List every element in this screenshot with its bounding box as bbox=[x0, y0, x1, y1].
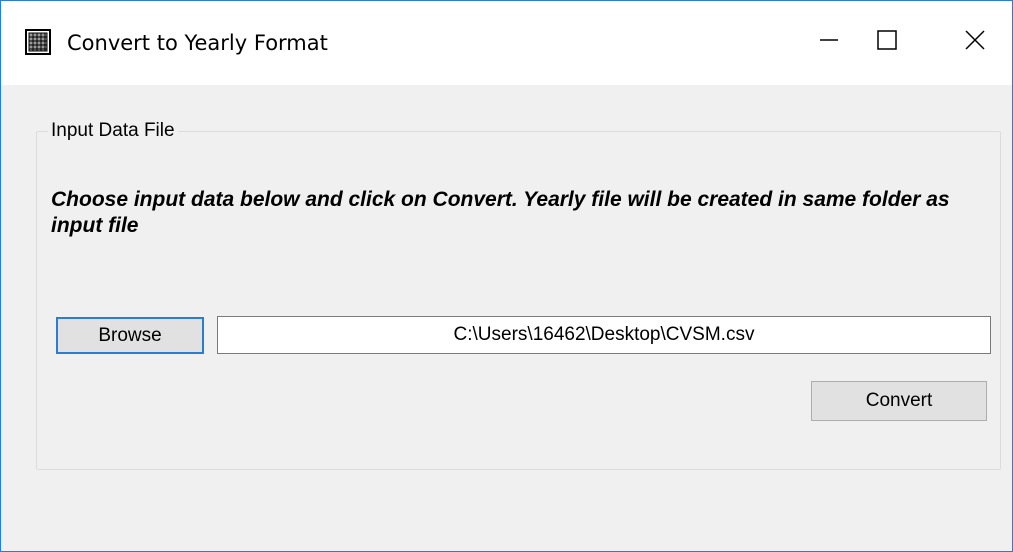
browse-button[interactable]: Browse bbox=[56, 317, 204, 354]
window-title: Convert to Yearly Format bbox=[67, 31, 328, 55]
maximize-icon bbox=[877, 29, 897, 55]
minimize-icon bbox=[819, 30, 839, 55]
group-label: Input Data File bbox=[48, 120, 178, 142]
convert-button[interactable]: Convert bbox=[811, 381, 987, 421]
minimize-button[interactable] bbox=[799, 17, 859, 67]
title-bar[interactable]: Convert to Yearly Format bbox=[1, 1, 1012, 85]
input-file-path-field[interactable]: C:\Users\16462\Desktop\CVSM.csv bbox=[217, 316, 991, 354]
close-icon bbox=[964, 29, 986, 56]
main-window: Convert to Yearly Format Input Data File… bbox=[0, 0, 1013, 552]
maximize-button[interactable] bbox=[857, 17, 917, 67]
close-button[interactable] bbox=[945, 17, 1005, 67]
table-grid-icon bbox=[25, 29, 51, 55]
instructions-text: Choose input data below and click on Con… bbox=[51, 188, 950, 237]
